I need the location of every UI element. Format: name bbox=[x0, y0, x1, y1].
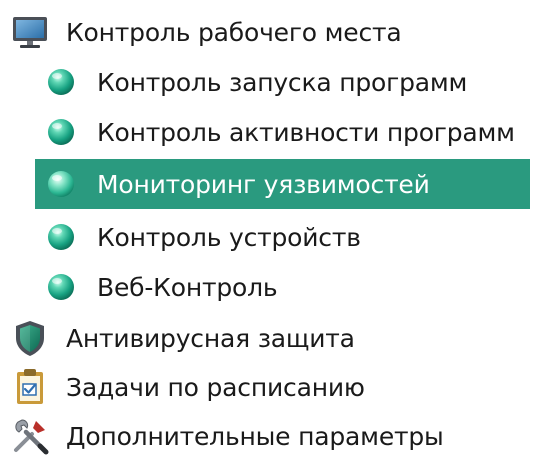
tree-item-label: Задачи по расписанию bbox=[66, 372, 365, 402]
shield-icon bbox=[16, 321, 44, 356]
green-sphere-icon bbox=[48, 224, 74, 250]
tree-item-label: Контроль активности программ bbox=[97, 117, 515, 147]
tree-item-advanced-settings[interactable]: Дополнительные параметры bbox=[0, 411, 536, 461]
tree-item-label: Дополнительные параметры bbox=[66, 421, 444, 451]
clipboard-icon bbox=[17, 369, 43, 404]
tree-item-label: Контроль рабочего места bbox=[66, 17, 402, 47]
tools-icon bbox=[14, 419, 49, 455]
tree-item-label: Антивирусная защита bbox=[66, 323, 355, 353]
tree-item-web-control[interactable]: Веб-Контроль bbox=[0, 262, 536, 312]
tree-item-label: Веб-Контроль bbox=[97, 272, 278, 302]
tree-item-device-control[interactable]: Контроль устройств bbox=[0, 212, 536, 262]
tree-item-label: Мониторинг уязвимостей bbox=[97, 169, 430, 199]
tree-item-label: Контроль запуска программ bbox=[97, 67, 468, 97]
green-sphere-icon bbox=[48, 274, 74, 300]
tree-item-antivirus-protection[interactable]: Антивирусная защита bbox=[0, 313, 536, 363]
monitor-icon bbox=[13, 17, 47, 48]
tree-item-app-activity-control[interactable]: Контроль активности программ bbox=[0, 107, 536, 157]
settings-tree: Контроль рабочего места Контроль запуска… bbox=[0, 0, 536, 455]
green-sphere-icon bbox=[48, 69, 74, 95]
tree-item-workplace-control[interactable]: Контроль рабочего места bbox=[0, 7, 536, 57]
tree-item-scheduled-tasks[interactable]: Задачи по расписанию bbox=[0, 362, 536, 412]
tree-item-vulnerability-monitoring[interactable]: Мониторинг уязвимостей bbox=[35, 159, 530, 209]
green-sphere-icon bbox=[48, 119, 74, 145]
tree-item-label: Контроль устройств bbox=[97, 222, 361, 252]
green-sphere-icon bbox=[48, 171, 74, 197]
tree-item-app-launch-control[interactable]: Контроль запуска программ bbox=[0, 57, 536, 107]
